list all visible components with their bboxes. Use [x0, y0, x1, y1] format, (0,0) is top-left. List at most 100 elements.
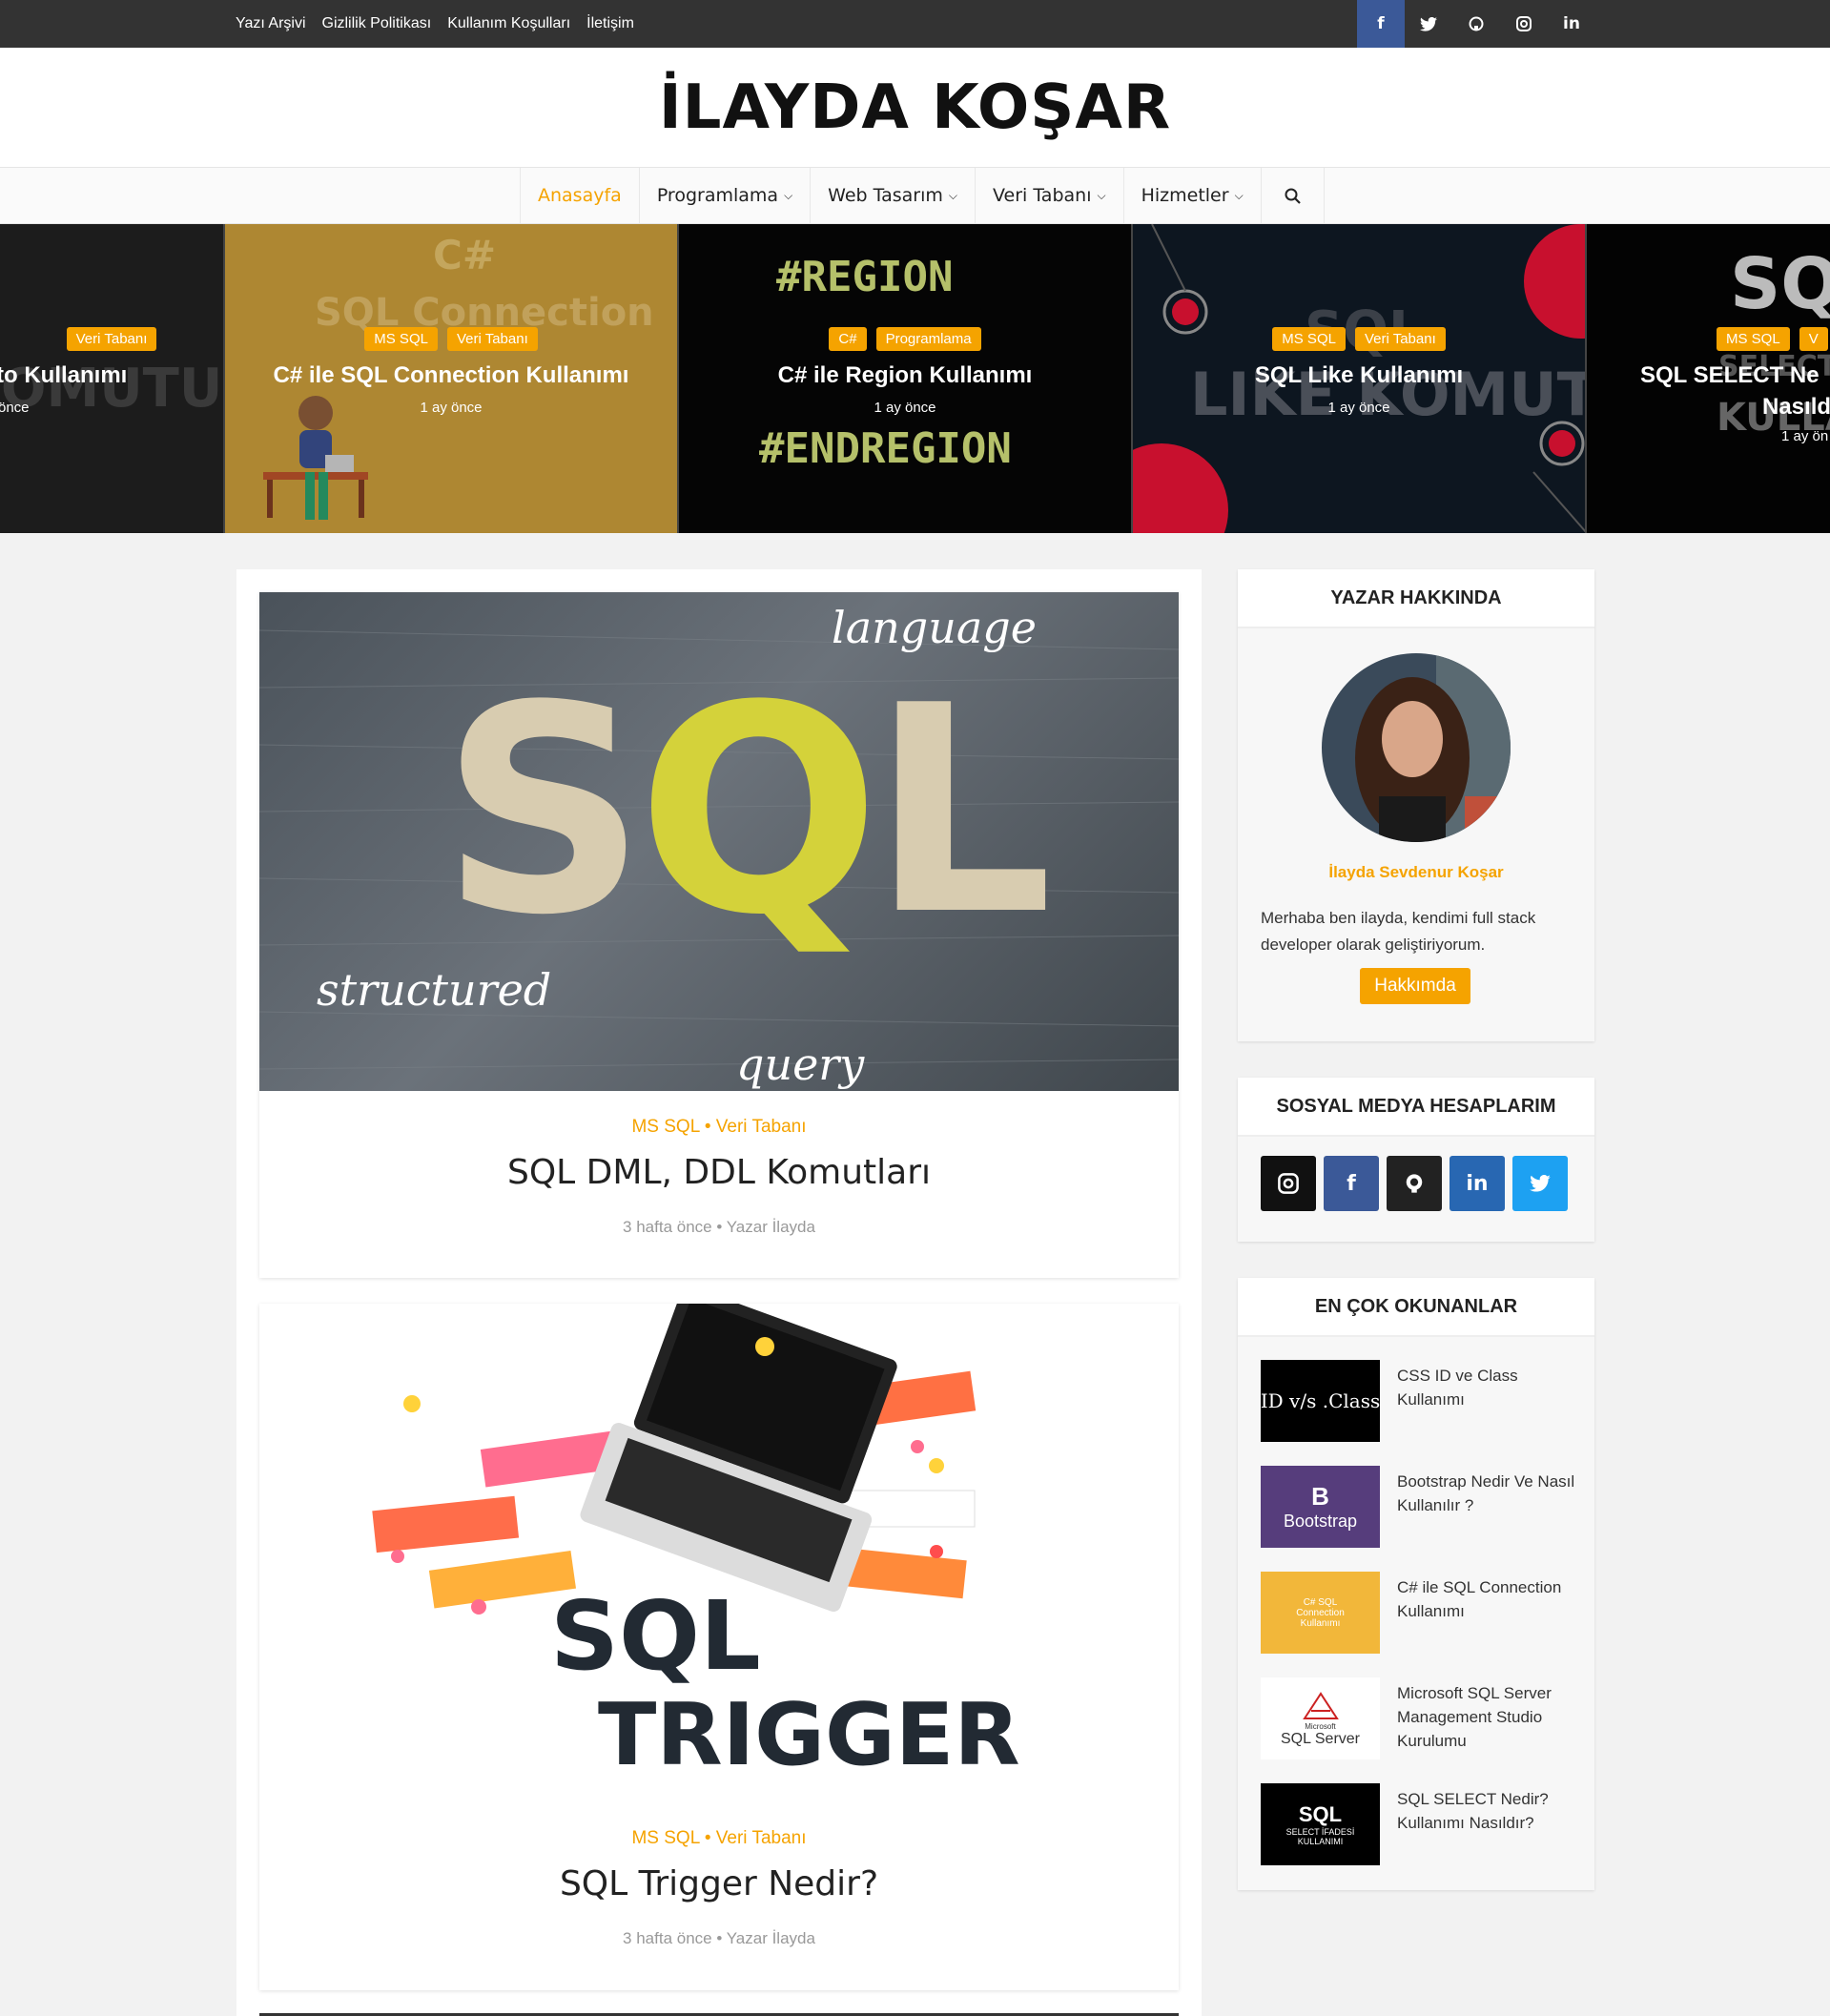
sql-server-icon — [1302, 1691, 1339, 1719]
popular-item[interactable]: B Bootstrap Bootstrap Nedir Ve Nasıl Kul… — [1261, 1466, 1575, 1548]
popular-item[interactable]: Microsoft SQL Server Microsoft SQL Serve… — [1261, 1677, 1575, 1759]
social-widget: SOSYAL MEDYA HESAPLARIM f in — [1238, 1078, 1594, 1242]
chevron-down-icon: ⌵ — [1234, 188, 1244, 202]
widget-title: YAZAR HAKKINDA — [1238, 569, 1594, 628]
slide-item[interactable]: KOMUTU Veri Tabanı to Kullanımı önce — [0, 224, 225, 533]
facebook-icon[interactable]: f — [1324, 1156, 1379, 1211]
site-header: İLAYDA KO Ş AR — [0, 48, 1830, 167]
post-meta: 3 hafta önce • Yazar İlayda — [623, 1929, 815, 1947]
twitter-icon[interactable] — [1405, 0, 1452, 48]
linkedin-icon[interactable]: in — [1450, 1156, 1505, 1211]
slide-date: önce — [0, 400, 30, 416]
slide-title[interactable]: SQL SELECT Ne — [1640, 362, 1830, 389]
top-link-terms[interactable]: Kullanım Koşulları — [447, 15, 570, 32]
linkedin-icon[interactable]: in — [1548, 0, 1595, 48]
category-badge[interactable]: MS SQL — [364, 327, 438, 351]
chevron-down-icon: ⌵ — [948, 188, 957, 202]
main-nav: Anasayfa Programlama ⌵ Web Tasarım ⌵ Veri … — [0, 167, 1830, 224]
nav-item-services[interactable]: Hizmetler ⌵ — [1124, 168, 1262, 223]
popular-title[interactable]: Bootstrap Nedir Ve Nasıl Kullanılır ? — [1397, 1470, 1578, 1517]
slide-title[interactable]: C# ile SQL Connection Kullanımı — [225, 362, 677, 389]
thumbnail-text: SQL — [1298, 1802, 1343, 1826]
popular-item[interactable]: C# SQL Connection Kullanımı C# ile SQL C… — [1261, 1572, 1575, 1654]
popular-title[interactable]: Microsoft SQL Server Management Studio K… — [1397, 1681, 1578, 1753]
instagram-icon[interactable] — [1261, 1156, 1316, 1211]
slide-item[interactable]: C# SQL Connection MS SQL Veri Tabanı C# … — [225, 224, 679, 533]
twitter-icon[interactable] — [1512, 1156, 1568, 1211]
category-badge[interactable]: Veri Tabanı — [1354, 327, 1446, 351]
post-title[interactable]: SQL DML, DDL Komutları — [259, 1153, 1179, 1192]
top-link-contact[interactable]: İletişim — [586, 15, 634, 32]
search-icon — [1285, 188, 1301, 204]
main-content: SQL language structured query MS SQL • V… — [236, 569, 1202, 2016]
post-card: SQL language structured query MS SQL • V… — [259, 592, 1179, 1278]
slide-title[interactable]: to Kullanımı — [0, 362, 219, 389]
post-image-word: SQL — [550, 1580, 761, 1692]
popular-thumbnail[interactable]: C# SQL Connection Kullanımı — [1261, 1572, 1380, 1654]
category-badge[interactable]: V — [1799, 327, 1828, 351]
post-image[interactable]: SQL TRIGGER — [259, 1304, 1179, 1800]
slide-title[interactable]: SQL Like Kullanımı — [1133, 362, 1585, 389]
post-image[interactable]: SQL language structured query — [259, 592, 1179, 1091]
category-badge[interactable]: Veri Tabanı — [66, 327, 157, 351]
nav-item-label: Hizmetler — [1141, 185, 1229, 206]
post-meta: 3 hafta önce • Yazar İlayda — [623, 1218, 815, 1236]
avatar — [1322, 653, 1511, 842]
popular-item[interactable]: ID v/s .Class CSS ID ve Class Kullanımı — [1261, 1360, 1575, 1442]
slide-title[interactable]: C# ile Region Kullanımı — [679, 362, 1131, 389]
github-icon[interactable] — [1387, 1156, 1442, 1211]
post-title[interactable]: SQL Trigger Nedir? — [259, 1864, 1179, 1903]
thumbnail-text: C# SQL Connection Kullanımı — [1296, 1596, 1345, 1629]
popular-thumbnail[interactable]: Microsoft SQL Server — [1261, 1677, 1380, 1759]
thumbnail-text: SELECT İFADESİ KULLANIMI — [1285, 1827, 1355, 1846]
facebook-icon[interactable]: f — [1357, 0, 1405, 48]
post-categories[interactable]: MS SQL • Veri Tabanı — [259, 1117, 1179, 1138]
chevron-down-icon: ⌵ — [1097, 188, 1106, 202]
popular-title[interactable]: CSS ID ve Class Kullanımı — [1397, 1364, 1578, 1411]
post-card: SQL TRIGGER MS SQL • Veri Tabanı SQL Tri… — [259, 1304, 1179, 1990]
category-badge[interactable]: C# — [829, 327, 867, 351]
search-button[interactable] — [1262, 168, 1325, 223]
post-image-text: SQL — [441, 645, 1053, 977]
top-link-privacy[interactable]: Gizlilik Politikası — [322, 15, 432, 32]
popular-thumbnail[interactable]: SQL SELECT İFADESİ KULLANIMI — [1261, 1783, 1380, 1865]
nav-item-home[interactable]: Anasayfa — [521, 168, 640, 223]
nav-item-label: Anasayfa — [538, 185, 622, 206]
site-logo[interactable]: İLAYDA KO Ş AR — [0, 48, 1830, 167]
widget-title: SOSYAL MEDYA HESAPLARIM — [1238, 1078, 1594, 1137]
popular-item[interactable]: SQL SELECT İFADESİ KULLANIMI SQL SELECT … — [1261, 1783, 1575, 1865]
nav-item-database[interactable]: Veri Tabanı ⌵ — [976, 168, 1124, 223]
popular-title[interactable]: SQL SELECT Nedir? Kullanımı Nasıldır? — [1397, 1787, 1578, 1835]
featured-slider: KOMUTU Veri Tabanı to Kullanımı önce C# … — [0, 224, 1830, 533]
popular-title[interactable]: C# ile SQL Connection Kullanımı — [1397, 1575, 1578, 1623]
about-widget: YAZAR HAKKINDA İlayda Sevdenur Koşar Mer… — [1238, 569, 1594, 1041]
category-badge[interactable]: MS SQL — [1272, 327, 1346, 351]
top-link-archive[interactable]: Yazı Arşivi — [236, 15, 306, 32]
nav-item-label: Programlama — [656, 185, 779, 206]
author-name[interactable]: İlayda Sevdenur Koşar — [1238, 863, 1594, 882]
popular-thumbnail[interactable]: ID v/s .Class — [1261, 1360, 1380, 1442]
thumbnail-text: B — [1311, 1482, 1329, 1511]
github-icon[interactable] — [1452, 0, 1500, 48]
slide-title-line2[interactable]: Nasıld — [1762, 394, 1830, 421]
category-badge[interactable]: Veri Tabanı — [446, 327, 538, 351]
popular-thumbnail[interactable]: B Bootstrap — [1261, 1466, 1380, 1548]
post-image-word: structured — [317, 964, 552, 1016]
chevron-down-icon: ⌵ — [784, 188, 793, 202]
nav-item-web-design[interactable]: Web Tasarım ⌵ — [811, 168, 976, 223]
slide-date: 1 ay önce — [1327, 400, 1390, 416]
category-badge[interactable]: MS SQL — [1717, 327, 1790, 351]
slide-item[interactable]: #REGION #ENDREGION C# Programlama C# ile… — [679, 224, 1133, 533]
post-categories[interactable]: MS SQL • Veri Tabanı — [259, 1828, 1179, 1849]
about-me-button[interactable]: Hakkımda — [1360, 968, 1470, 1004]
category-badge[interactable]: Programlama — [875, 327, 981, 351]
widget-title: EN ÇOK OKUNANLAR — [1238, 1278, 1594, 1337]
slide-item[interactable]: SQ SELECT KULLA MS SQL V SQL SELECT Ne N… — [1587, 224, 1830, 533]
slide-item[interactable]: SQL LIKE KOMUTU MS SQL Veri Tabanı SQL L… — [1133, 224, 1587, 533]
slide-bg-text: SQ — [1730, 243, 1830, 325]
instagram-icon[interactable] — [1500, 0, 1548, 48]
slide-bg-text: #REGION — [776, 253, 954, 301]
thumbnail-text: Bootstrap — [1283, 1512, 1358, 1531]
nav-item-programming[interactable]: Programlama ⌵ — [640, 168, 812, 223]
top-links: Yazı Arşivi Gizlilik Politikası Kullanım… — [236, 0, 634, 48]
